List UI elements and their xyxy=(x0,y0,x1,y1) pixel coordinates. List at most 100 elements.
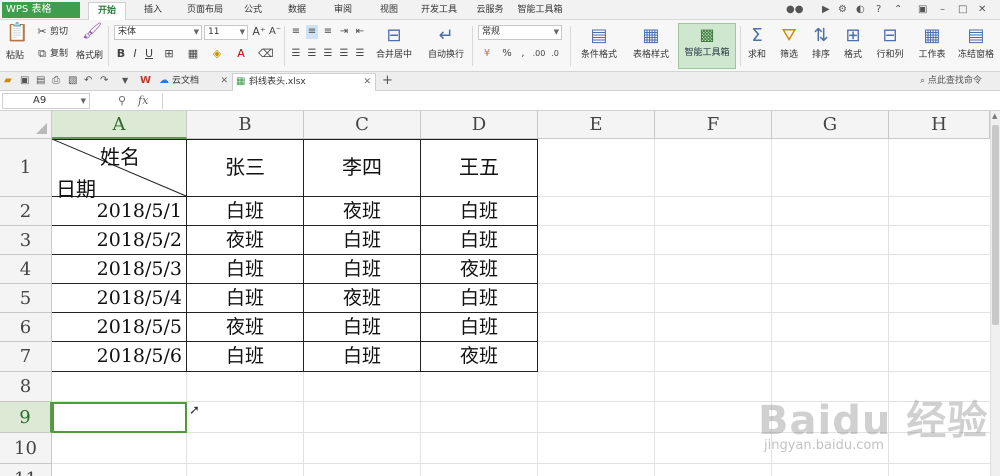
tab-smart-toolbox[interactable]: 智能工具箱 xyxy=(514,2,566,20)
column-header-g[interactable]: G xyxy=(772,111,889,139)
shift-cell[interactable]: 白班 xyxy=(304,255,420,283)
tab-home[interactable]: 开始 xyxy=(88,2,126,20)
wrap-text-button[interactable]: ↵ 自动换行 xyxy=(426,24,466,68)
grow-font-icon[interactable]: A⁺ xyxy=(252,25,266,39)
conditional-format-button[interactable]: ▤ 条件格式 xyxy=(574,24,624,68)
row-header-2[interactable]: 2 xyxy=(0,197,52,226)
scrollbar-thumb[interactable] xyxy=(992,125,999,325)
row-header-1[interactable]: 1 xyxy=(0,139,52,197)
sum-button[interactable]: Σ 求和 xyxy=(742,24,772,68)
decrease-decimal-icon[interactable]: .0 xyxy=(548,47,562,61)
thousands-icon[interactable]: , xyxy=(516,47,530,61)
tab-page-layout[interactable]: 页面布局 xyxy=(180,2,230,20)
align-middle-icon[interactable]: ≡ xyxy=(306,25,318,39)
active-cell-a9[interactable] xyxy=(52,402,187,433)
header-cell-c1[interactable]: 李四 xyxy=(304,139,420,196)
percent-button[interactable]: % xyxy=(500,47,514,61)
sort-button[interactable]: ⇅ 排序 xyxy=(806,24,836,68)
print-preview-icon[interactable]: ▧ xyxy=(68,74,77,88)
shift-cell[interactable]: 白班 xyxy=(421,197,537,225)
customize-chevron-icon[interactable]: ▼ xyxy=(122,74,128,88)
close-icon[interactable]: ✕ xyxy=(363,74,371,90)
column-header-f[interactable]: F xyxy=(655,111,772,139)
row-header-10[interactable]: 10 xyxy=(0,433,52,464)
row-header-11[interactable]: 11 xyxy=(0,464,52,476)
header-cell-d1[interactable]: 王五 xyxy=(421,139,537,196)
scroll-up-icon[interactable]: ▲ xyxy=(992,112,997,120)
tab-cloud-doc[interactable]: ☁ 云文档 ✕ xyxy=(156,73,232,91)
format-button[interactable]: ⊞ 格式 xyxy=(838,24,868,68)
brush-icon[interactable]: 🖌 xyxy=(82,23,102,39)
shift-cell[interactable]: 白班 xyxy=(187,284,303,312)
clear-format-icon[interactable]: ⌫ xyxy=(258,47,274,61)
paste-icon[interactable]: 📋 xyxy=(6,24,28,42)
tab-review[interactable]: 审阅 xyxy=(328,2,358,20)
date-cell[interactable]: 2018/5/3 xyxy=(52,255,186,283)
column-header-e[interactable]: E xyxy=(538,111,655,139)
close-icon[interactable]: ✕ xyxy=(220,73,228,89)
close-icon[interactable]: ✕ xyxy=(978,3,986,17)
maximize-icon[interactable]: □ xyxy=(958,3,967,17)
row-header-9[interactable]: 9 xyxy=(0,402,52,433)
header-cell-b1[interactable]: 张三 xyxy=(187,139,303,196)
save-icon[interactable]: ▣ xyxy=(20,74,29,88)
copy-button[interactable]: 复制 xyxy=(50,48,68,60)
wps-logo-icon[interactable]: W xyxy=(140,74,151,88)
font-color-icon[interactable]: A xyxy=(234,47,248,61)
column-header-b[interactable]: B xyxy=(187,111,304,139)
vertical-scrollbar[interactable]: ▲ xyxy=(990,111,1000,476)
tab-insert[interactable]: 插入 xyxy=(138,2,168,20)
column-header-c[interactable]: C xyxy=(304,111,421,139)
help-icon[interactable]: ? xyxy=(876,3,881,17)
filter-button[interactable]: ⛛ 筛选 xyxy=(774,24,804,68)
shift-cell[interactable]: 白班 xyxy=(187,255,303,283)
shift-cell[interactable]: 夜班 xyxy=(304,284,420,312)
row-header-3[interactable]: 3 xyxy=(0,226,52,255)
row-header-6[interactable]: 6 xyxy=(0,313,52,342)
indent-icon[interactable]: ⇥ xyxy=(338,25,350,39)
smart-toolbox-button[interactable]: ▩ 智能工具箱 xyxy=(678,23,736,69)
underline-button[interactable]: U xyxy=(144,47,154,61)
minimize-icon[interactable]: – xyxy=(940,3,945,17)
align-top-icon[interactable]: ≡ xyxy=(290,25,302,39)
row-col-button[interactable]: ⊟ 行和列 xyxy=(870,24,910,68)
tab-formulas[interactable]: 公式 xyxy=(238,2,268,20)
copy-icon[interactable]: ⧉ xyxy=(36,47,48,61)
shift-cell[interactable]: 夜班 xyxy=(187,226,303,254)
command-search[interactable]: ⌕ 点此查找命令 xyxy=(920,74,1000,89)
date-cell[interactable]: 2018/5/4 xyxy=(52,284,186,312)
play-icon[interactable]: ▶ xyxy=(822,3,830,17)
merge-center-button[interactable]: ⊟ 合并居中 xyxy=(374,24,414,68)
date-cell[interactable]: 2018/5/1 xyxy=(52,197,186,225)
redo-icon[interactable]: ↷ xyxy=(100,74,108,88)
paste-button[interactable]: 粘贴 xyxy=(6,50,24,62)
table-style-button[interactable]: ▦ 表格样式 xyxy=(626,24,676,68)
date-cell[interactable]: 2018/5/5 xyxy=(52,313,186,341)
shift-cell[interactable]: 白班 xyxy=(304,342,420,371)
open-folder-icon[interactable]: ▰ xyxy=(4,74,12,88)
shift-cell[interactable]: 夜班 xyxy=(304,197,420,225)
column-header-a[interactable]: A xyxy=(52,111,187,139)
new-tab-button[interactable]: + xyxy=(382,74,393,88)
fx-button[interactable]: fx xyxy=(138,93,148,109)
settings-icon[interactable]: ⚙ xyxy=(838,3,847,17)
shift-cell[interactable]: 白班 xyxy=(421,284,537,312)
justify-icon[interactable]: ☰ xyxy=(338,47,350,61)
number-format-select[interactable]: 常规 ▼ xyxy=(478,25,562,40)
date-cell[interactable]: 2018/5/2 xyxy=(52,226,186,254)
align-right-icon[interactable]: ☰ xyxy=(322,47,334,61)
distribute-icon[interactable]: ☰ xyxy=(354,47,366,61)
shift-cell[interactable]: 白班 xyxy=(187,342,303,371)
shift-cell[interactable]: 白班 xyxy=(304,313,420,341)
worksheet-button[interactable]: ▦ 工作表 xyxy=(912,24,952,68)
row-header-8[interactable]: 8 xyxy=(0,372,52,402)
row-header-7[interactable]: 7 xyxy=(0,342,52,372)
restore-ribbon-icon[interactable]: ▣ xyxy=(918,3,927,17)
tab-cloud-service[interactable]: 云服务 xyxy=(470,2,510,20)
shift-cell[interactable]: 白班 xyxy=(421,313,537,341)
zoom-search-icon[interactable]: ⚲ xyxy=(118,93,126,109)
freeze-panes-button[interactable]: ▤ 冻结窗格 xyxy=(954,24,998,68)
border-icon[interactable]: ⊞ xyxy=(162,47,176,61)
increase-decimal-icon[interactable]: .00 xyxy=(532,47,546,61)
shift-cell[interactable]: 白班 xyxy=(304,226,420,254)
